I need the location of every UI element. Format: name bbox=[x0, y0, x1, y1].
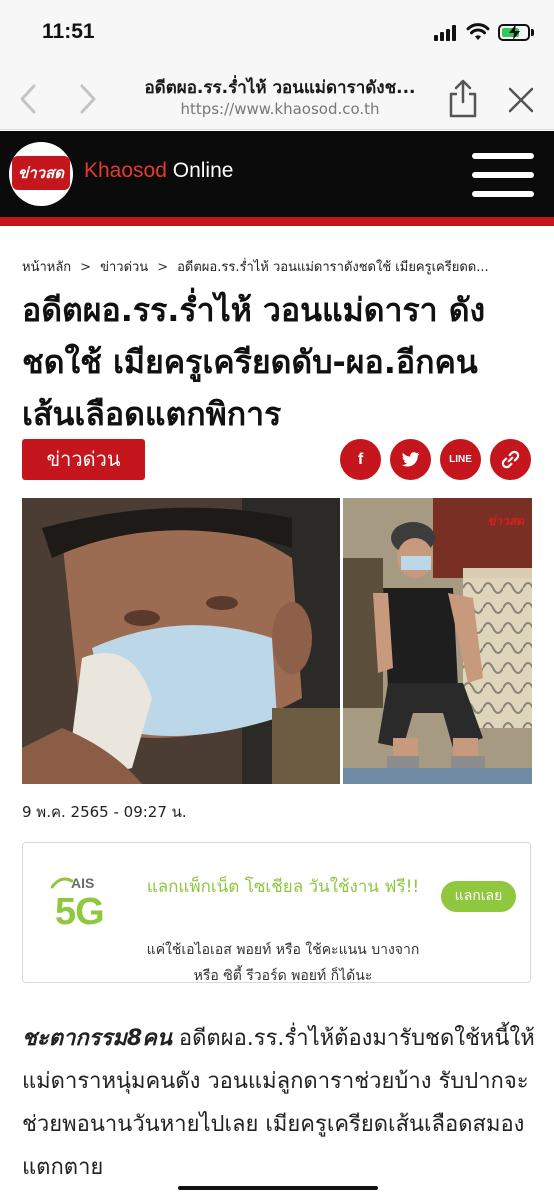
header-stripe bbox=[0, 217, 554, 226]
status-bar: 11:51 bbox=[0, 0, 554, 56]
ad-headline: แลกแพ็กเน็ต โซเชียล วันใช้งาน ฟรี!! bbox=[146, 877, 420, 897]
brand-name-online: Online bbox=[172, 159, 234, 182]
article-photo-crying-man[interactable] bbox=[22, 498, 340, 784]
ais-swoosh-icon bbox=[51, 877, 73, 889]
line-icon: LINE bbox=[449, 454, 472, 465]
ais-5g-text: 5G bbox=[55, 891, 105, 933]
charging-bolt-icon bbox=[509, 24, 520, 40]
copy-link-button[interactable] bbox=[490, 439, 531, 480]
breadcrumb-current: อดีตผอ.รร.ร่ำไห้ วอนแม่ดาราดังชดใช้ เมีย… bbox=[177, 260, 489, 275]
article-photo-sitting-man[interactable]: ข่าวสด bbox=[343, 498, 532, 784]
facebook-icon: f bbox=[357, 451, 364, 468]
photo-watermark: ข่าวสด bbox=[487, 514, 524, 528]
article-date: 9 พ.ค. 2565 - 09:27 น. bbox=[22, 803, 187, 821]
article-lead-bold: ชะตากรรม8คน bbox=[22, 1026, 172, 1051]
ais-5g-logo: AIS 5G bbox=[51, 873, 111, 949]
photo-illustration bbox=[22, 498, 340, 784]
advertisement-banner[interactable]: AIS 5G แลกแพ็กเน็ต โซเชียล วันใช้งาน ฟรี… bbox=[22, 842, 531, 984]
browser-bar: อดีตผอ.รร.ร่ำไห้ วอนแม่ดาราดังช... https… bbox=[0, 56, 554, 130]
facebook-share-button[interactable]: f bbox=[340, 439, 381, 480]
browser-page-title[interactable]: อดีตผอ.รร.ร่ำไห้ วอนแม่ดาราดังช... bbox=[120, 74, 440, 101]
breadcrumb-home[interactable]: หน้าหลัก bbox=[22, 260, 71, 275]
ad-cta-button[interactable]: แลกเลย bbox=[441, 881, 516, 912]
category-tag[interactable]: ข่าวด่วน bbox=[22, 439, 145, 480]
status-time: 11:51 bbox=[42, 20, 95, 43]
back-icon[interactable] bbox=[18, 84, 38, 114]
site-logo[interactable]: ข่าวสด bbox=[9, 142, 73, 206]
battery-nub bbox=[531, 29, 534, 36]
ad-subtext: แค่ใช้เอไอเอส พอยท์ หรือ ใช้คะแนน บางจาก… bbox=[146, 942, 420, 984]
twitter-icon bbox=[401, 452, 420, 467]
text-underline-mark bbox=[178, 1186, 378, 1190]
cellular-signal-icon bbox=[434, 25, 460, 41]
site-header: ข่าวสด Khaosod Online bbox=[0, 131, 554, 217]
link-icon bbox=[501, 450, 520, 469]
breadcrumb-category[interactable]: ข่าวด่วน bbox=[100, 260, 148, 275]
twitter-share-button[interactable] bbox=[390, 439, 431, 480]
breadcrumb-separator: > bbox=[157, 260, 169, 275]
breadcrumb: หน้าหลัก > ข่าวด่วน > อดีตผอ.รร.ร่ำไห้ วอนแม… bbox=[22, 256, 542, 277]
browser-url[interactable]: https://www.khaosod.co.th bbox=[120, 100, 440, 118]
share-icon[interactable] bbox=[447, 78, 479, 118]
breadcrumb-separator: > bbox=[80, 260, 92, 275]
photo-illustration bbox=[343, 498, 532, 784]
logo-text: ข่าวสด bbox=[12, 156, 70, 190]
wifi-icon bbox=[466, 23, 490, 40]
article-body: ชะตากรรม8คน อดีตผอ.รร.ร่ำไห้ต้องมารับชดใ… bbox=[22, 1017, 542, 1189]
menu-icon[interactable] bbox=[472, 153, 534, 197]
ais-logo-text: AIS bbox=[71, 875, 95, 891]
article-headline: อดีตผอ.รร.ร่ำไห้ วอนแม่ดารา ดังชดใช้ เมี… bbox=[22, 291, 486, 433]
brand-name-khaosod: Khaosod bbox=[84, 159, 167, 182]
close-icon[interactable] bbox=[507, 86, 535, 114]
line-share-button[interactable]: LINE bbox=[440, 439, 481, 480]
forward-icon[interactable] bbox=[78, 84, 98, 114]
brand-name[interactable]: Khaosod Online bbox=[84, 159, 233, 183]
